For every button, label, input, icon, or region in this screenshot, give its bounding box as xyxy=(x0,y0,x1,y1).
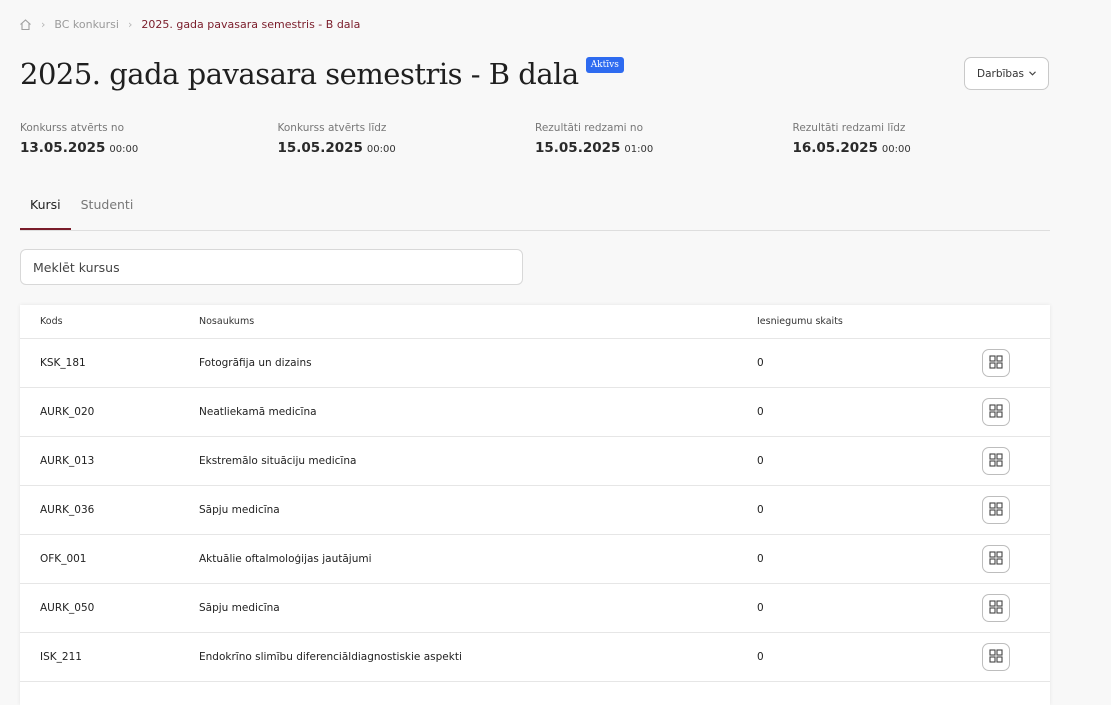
date-value: 15.05.2025 00:00 xyxy=(278,140,536,156)
row-details-button[interactable] xyxy=(982,545,1010,573)
cell-name: Sāpju medicīna xyxy=(199,504,280,516)
column-header-name: Nosaukums xyxy=(199,316,255,327)
date-open-until: Konkurss atvērts līdz 15.05.2025 00:00 xyxy=(278,122,536,156)
cell-actions xyxy=(982,545,1050,573)
table-body: KSK_181 Fotogrāfija un dizains 0 AURK_02… xyxy=(20,339,1050,682)
date-time: 00:00 xyxy=(366,144,396,155)
date-day: 16.05.2025 xyxy=(792,140,878,156)
cell-name: Neatliekamā medicīna xyxy=(199,406,317,418)
cell-name: Sāpju medicīna xyxy=(199,602,280,614)
cell-count: 0 xyxy=(757,553,764,565)
cell-actions xyxy=(982,643,1050,671)
page-title: 2025. gada pavasara semestris - B dala xyxy=(20,57,579,91)
row-details-button[interactable] xyxy=(982,349,1010,377)
grid-icon xyxy=(989,354,1003,372)
table-header: Kods Nosaukums Iesniegumu skaits xyxy=(20,305,1050,339)
cell-code: AURK_013 xyxy=(40,455,95,467)
table-row: KSK_181 Fotogrāfija un dizains 0 xyxy=(20,339,1050,388)
title-row: 2025. gada pavasara semestris - B dala A… xyxy=(20,55,624,93)
cell-actions xyxy=(982,594,1050,622)
cell-code: AURK_036 xyxy=(40,504,95,516)
status-badge: Aktīvs xyxy=(585,57,624,73)
row-details-button[interactable] xyxy=(982,643,1010,671)
grid-icon xyxy=(989,403,1003,421)
column-header-code: Kods xyxy=(40,316,63,327)
row-details-button[interactable] xyxy=(982,398,1010,426)
chevron-down-icon xyxy=(1029,69,1036,78)
actions-dropdown-button[interactable]: Darbības xyxy=(964,57,1049,90)
row-details-button[interactable] xyxy=(982,447,1010,475)
row-details-button[interactable] xyxy=(982,594,1010,622)
date-time: 00:00 xyxy=(109,144,139,155)
date-label: Rezultāti redzami no xyxy=(535,122,644,134)
date-value: 16.05.2025 00:00 xyxy=(793,140,1051,156)
tabs: Kursi Studenti xyxy=(20,188,1050,231)
grid-icon xyxy=(989,501,1003,519)
date-value: 15.05.2025 01:00 xyxy=(535,140,793,156)
date-label: Konkurss atvērts no xyxy=(20,122,124,134)
breadcrumb-separator: › xyxy=(41,17,46,31)
cell-actions xyxy=(982,349,1050,377)
cell-count: 0 xyxy=(757,455,764,467)
date-day: 13.05.2025 xyxy=(20,140,106,156)
cell-count: 0 xyxy=(757,357,764,369)
date-day: 15.05.2025 xyxy=(535,140,621,156)
cell-name: Aktuālie oftalmoloģijas jautājumi xyxy=(199,553,372,565)
row-details-button[interactable] xyxy=(982,496,1010,524)
grid-icon xyxy=(989,599,1003,617)
cell-actions xyxy=(982,496,1050,524)
cell-code: OFK_001 xyxy=(40,553,87,565)
table-row: AURK_013 Ekstremālo situāciju medicīna 0 xyxy=(20,437,1050,486)
dates-row: Konkurss atvērts no 13.05.2025 00:00 Konk… xyxy=(20,122,1050,156)
tab-studenti[interactable]: Studenti xyxy=(71,188,144,228)
date-label: Konkurss atvērts līdz xyxy=(277,122,387,134)
table-row: AURK_036 Sāpju medicīna 0 xyxy=(20,486,1050,535)
grid-icon xyxy=(989,452,1003,470)
home-icon[interactable] xyxy=(19,18,32,31)
cell-count: 0 xyxy=(757,406,764,418)
breadcrumb-separator: › xyxy=(127,17,133,31)
date-results-until: Rezultāti redzami līdz 16.05.2025 00:00 xyxy=(793,122,1051,156)
cell-code: AURK_050 xyxy=(40,602,95,614)
date-value: 13.05.2025 00:00 xyxy=(20,140,278,156)
date-open-from: Konkurss atvērts no 13.05.2025 00:00 xyxy=(20,122,278,156)
date-results-from: Rezultāti redzami no 15.05.2025 01:00 xyxy=(535,122,793,156)
cell-code: AURK_020 xyxy=(40,406,95,418)
cell-count: 0 xyxy=(757,504,764,516)
search-input[interactable] xyxy=(20,249,523,285)
table-row: OFK_001 Aktuālie oftalmoloģijas jautājum… xyxy=(20,535,1050,584)
date-label: Rezultāti redzami līdz xyxy=(792,122,906,134)
date-time: 01:00 xyxy=(624,144,654,155)
tab-kursi[interactable]: Kursi xyxy=(20,188,71,230)
grid-icon xyxy=(989,550,1003,568)
date-day: 15.05.2025 xyxy=(277,140,363,156)
table-row: ISK_211 Endokrīno slimību diferenciāldia… xyxy=(20,633,1050,682)
cell-name: Ekstremālo situāciju medicīna xyxy=(199,455,357,467)
cell-actions xyxy=(982,398,1050,426)
actions-button-label: Darbības xyxy=(977,67,1024,80)
table-row: AURK_020 Neatliekamā medicīna 0 xyxy=(20,388,1050,437)
column-header-count: Iesniegumu skaits xyxy=(757,316,843,327)
grid-icon xyxy=(989,648,1003,666)
courses-table: Kods Nosaukums Iesniegumu skaits KSK_181… xyxy=(20,305,1050,705)
cell-code: ISK_211 xyxy=(40,651,82,663)
cell-actions xyxy=(982,447,1050,475)
table-row: AURK_050 Sāpju medicīna 0 xyxy=(20,584,1050,633)
breadcrumb-item-current: 2025. gada pavasara semestris - B dala xyxy=(141,17,361,31)
cell-count: 0 xyxy=(757,602,764,614)
breadcrumb: › BC konkursi › 2025. gada pavasara seme… xyxy=(19,16,360,32)
date-time: 00:00 xyxy=(881,144,911,155)
breadcrumb-item-bc-konkursi[interactable]: BC konkursi xyxy=(54,18,119,31)
cell-name: Endokrīno slimību diferenciāldiagnostisk… xyxy=(199,651,462,663)
cell-name: Fotogrāfija un dizains xyxy=(199,357,312,369)
cell-count: 0 xyxy=(757,651,764,663)
cell-code: KSK_181 xyxy=(40,357,86,369)
